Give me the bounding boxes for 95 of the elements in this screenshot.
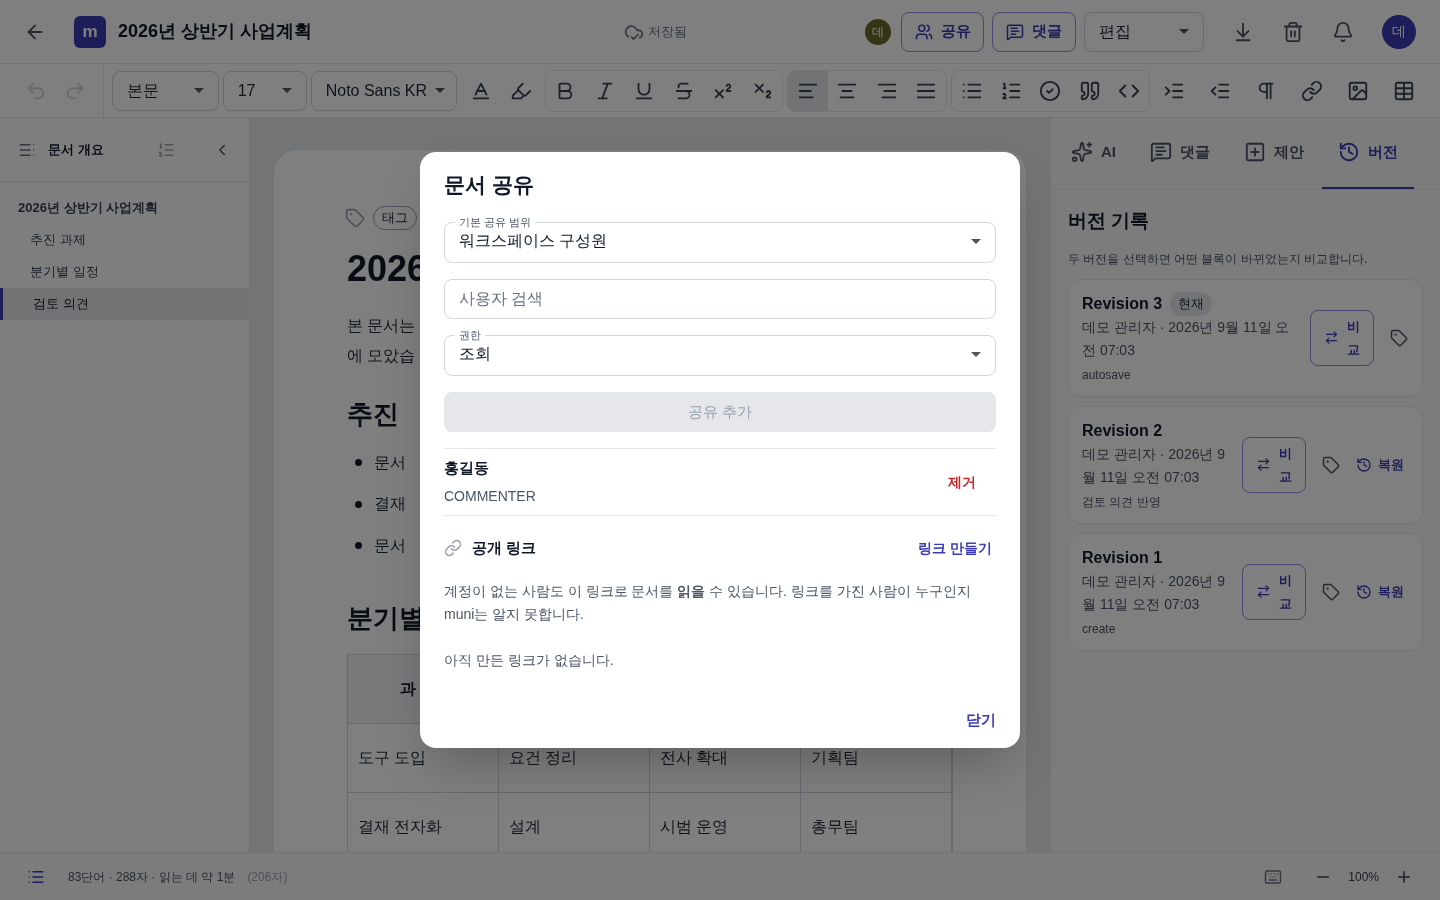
caret-icon xyxy=(971,238,981,244)
checklist-icon xyxy=(1039,79,1062,102)
tag-icon[interactable] xyxy=(1390,328,1408,347)
history-icon xyxy=(1338,141,1360,163)
list-item: 결재 xyxy=(374,494,406,515)
panel-title: 버전 기록 xyxy=(1068,209,1151,233)
document-title: 2026년 상반기 사업계획 xyxy=(118,20,313,43)
selected-value: 조회 xyxy=(459,344,491,364)
list-item: 문서 xyxy=(374,452,406,473)
section-heading: 추진 xyxy=(347,398,399,431)
keyboard-icon[interactable] xyxy=(1264,867,1283,886)
revision-card[interactable]: Revision 3 현재 데모 관리자 · 2026년 9월 11일 오전 07:03 autosave 비교 xyxy=(1068,278,1423,397)
close-button[interactable]: 닫기 xyxy=(966,708,996,731)
caret-icon xyxy=(193,88,204,93)
image-icon xyxy=(1347,79,1369,102)
compare-button[interactable]: 비교 xyxy=(1242,436,1306,493)
dropdown-field[interactable]: 권한 조회 xyxy=(444,328,996,376)
panel-tab[interactable]: 버전 xyxy=(1322,117,1414,189)
create-link-button[interactable]: 링크 만들기 xyxy=(918,537,992,559)
revision-name: Revision 2 xyxy=(1082,420,1163,441)
tag-icon[interactable] xyxy=(1322,455,1340,474)
people-icon xyxy=(914,22,933,41)
compare-icon xyxy=(1255,584,1271,599)
app-logo: m xyxy=(74,15,106,48)
member-name: 홍길동 xyxy=(444,458,490,478)
dropdown-field[interactable]: 기본 공유 범위 워크스페이스 구성원 xyxy=(444,215,996,263)
link-description: 계정이 없는 사람도 이 링크로 문서를 읽을 수 있습니다. 링크를 가진 사람이 누구인지 muni는 알지 못합니다. xyxy=(444,581,972,624)
history-icon xyxy=(1356,583,1372,600)
user-avatar[interactable]: 데 xyxy=(1382,14,1416,49)
caret-icon xyxy=(971,351,981,357)
paragraph-line: 본 문서는 xyxy=(347,316,416,336)
selected-value: 워크스페이스 구성원 xyxy=(459,231,608,251)
link-icon xyxy=(444,539,462,558)
panel-tab[interactable]: AI xyxy=(1071,117,1116,189)
revision-meta: 데모 관리자 · 2026년 9월 11일 오전 07:03 xyxy=(1082,317,1291,360)
section-heading: 분기별 xyxy=(347,601,425,635)
dropdown-select[interactable]: Noto Sans KR xyxy=(310,70,457,111)
revision-note: autosave xyxy=(1082,366,1132,384)
history-icon xyxy=(1356,456,1372,473)
revision-name: Revision 3 xyxy=(1082,293,1163,314)
quote-icon xyxy=(1078,79,1101,102)
sidebar-title: 문서 개요 xyxy=(48,140,104,159)
outline-item[interactable]: 추진 과제 xyxy=(0,224,249,256)
tag-icon[interactable] xyxy=(1322,582,1340,601)
bell-icon[interactable] xyxy=(1332,20,1354,43)
paragraph-line: 에 모았습 xyxy=(347,346,416,366)
caret-icon xyxy=(281,88,292,93)
dialog-title: 문서 공유 xyxy=(444,172,535,198)
floating-label: 기본 공유 범위 xyxy=(458,215,533,229)
remove-link[interactable]: 제거 xyxy=(948,471,976,493)
section-title: 공개 링크 xyxy=(472,538,537,558)
list-item: 문서 xyxy=(374,535,406,556)
compare-icon xyxy=(1255,457,1271,472)
dropdown-select[interactable]: 본문 xyxy=(111,70,219,111)
word-count: 83단어 · 288자 · 읽는 데 약 1분 xyxy=(68,868,236,886)
caret-icon xyxy=(435,88,446,93)
current-badge: 현재 xyxy=(1170,291,1213,316)
collaborator-avatar: 데 xyxy=(865,18,891,45)
outline-item[interactable]: 분기별 일정 xyxy=(0,256,249,288)
compare-button[interactable]: 비교 xyxy=(1242,563,1306,620)
comment-icon xyxy=(1150,141,1172,163)
caret-icon xyxy=(1179,29,1189,34)
outline-item[interactable]: 검토 의견 xyxy=(0,288,249,320)
panel-description: 두 버전을 선택하면 어떤 블록이 바뀌었는지 비교합니다. xyxy=(1068,250,1369,268)
trash-icon[interactable] xyxy=(1282,20,1304,43)
outline-item[interactable]: 2026년 상반기 사업계획 xyxy=(0,192,249,224)
comment-button[interactable]: 댓글 xyxy=(992,11,1076,52)
floating-label: 권한 xyxy=(458,328,482,342)
revision-note: create xyxy=(1082,620,1117,638)
revision-card[interactable]: Revision 2 데모 관리자 · 2026년 9월 11일 오전 07:03 검토 의견 반영 비교 복원 xyxy=(1068,405,1423,524)
table-icon xyxy=(1393,79,1415,102)
revision-meta: 데모 관리자 · 2026년 9월 11일 오전 07:03 xyxy=(1082,444,1227,487)
tag-icon xyxy=(345,208,365,228)
restore-button[interactable]: 복원 xyxy=(1356,454,1404,475)
revision-meta: 데모 관리자 · 2026년 9월 11일 오전 07:03 xyxy=(1082,571,1227,614)
compare-button[interactable]: 비교 xyxy=(1310,309,1374,366)
share-button[interactable]: 공유 xyxy=(901,11,984,52)
revision-note: 검토 의견 반영 xyxy=(1082,493,1162,511)
panel-tab[interactable]: 제안 xyxy=(1244,117,1304,189)
member-role: COMMENTER xyxy=(444,487,536,506)
save-status: 저장됨 xyxy=(648,22,688,41)
plus-square-icon xyxy=(1244,141,1266,163)
dropdown-select[interactable]: 편집 xyxy=(1084,11,1204,52)
link-icon xyxy=(1301,79,1323,102)
compare-icon xyxy=(1323,330,1339,345)
sparkles-icon xyxy=(1071,141,1093,163)
user-search-field[interactable]: 사용자 검색 xyxy=(444,279,996,319)
panel-tab[interactable]: 댓글 xyxy=(1150,117,1210,189)
restore-button[interactable]: 복원 xyxy=(1356,581,1404,602)
comment-icon xyxy=(1006,22,1024,41)
zoom-level: 100% xyxy=(1348,868,1379,886)
revision-name: Revision 1 xyxy=(1082,547,1163,568)
align-left-button[interactable] xyxy=(788,70,828,111)
dropdown-select[interactable]: 17 xyxy=(222,70,307,111)
revision-card[interactable]: Revision 1 데모 관리자 · 2026년 9월 11일 오전 07:03 create 비교 복원 xyxy=(1068,532,1423,651)
